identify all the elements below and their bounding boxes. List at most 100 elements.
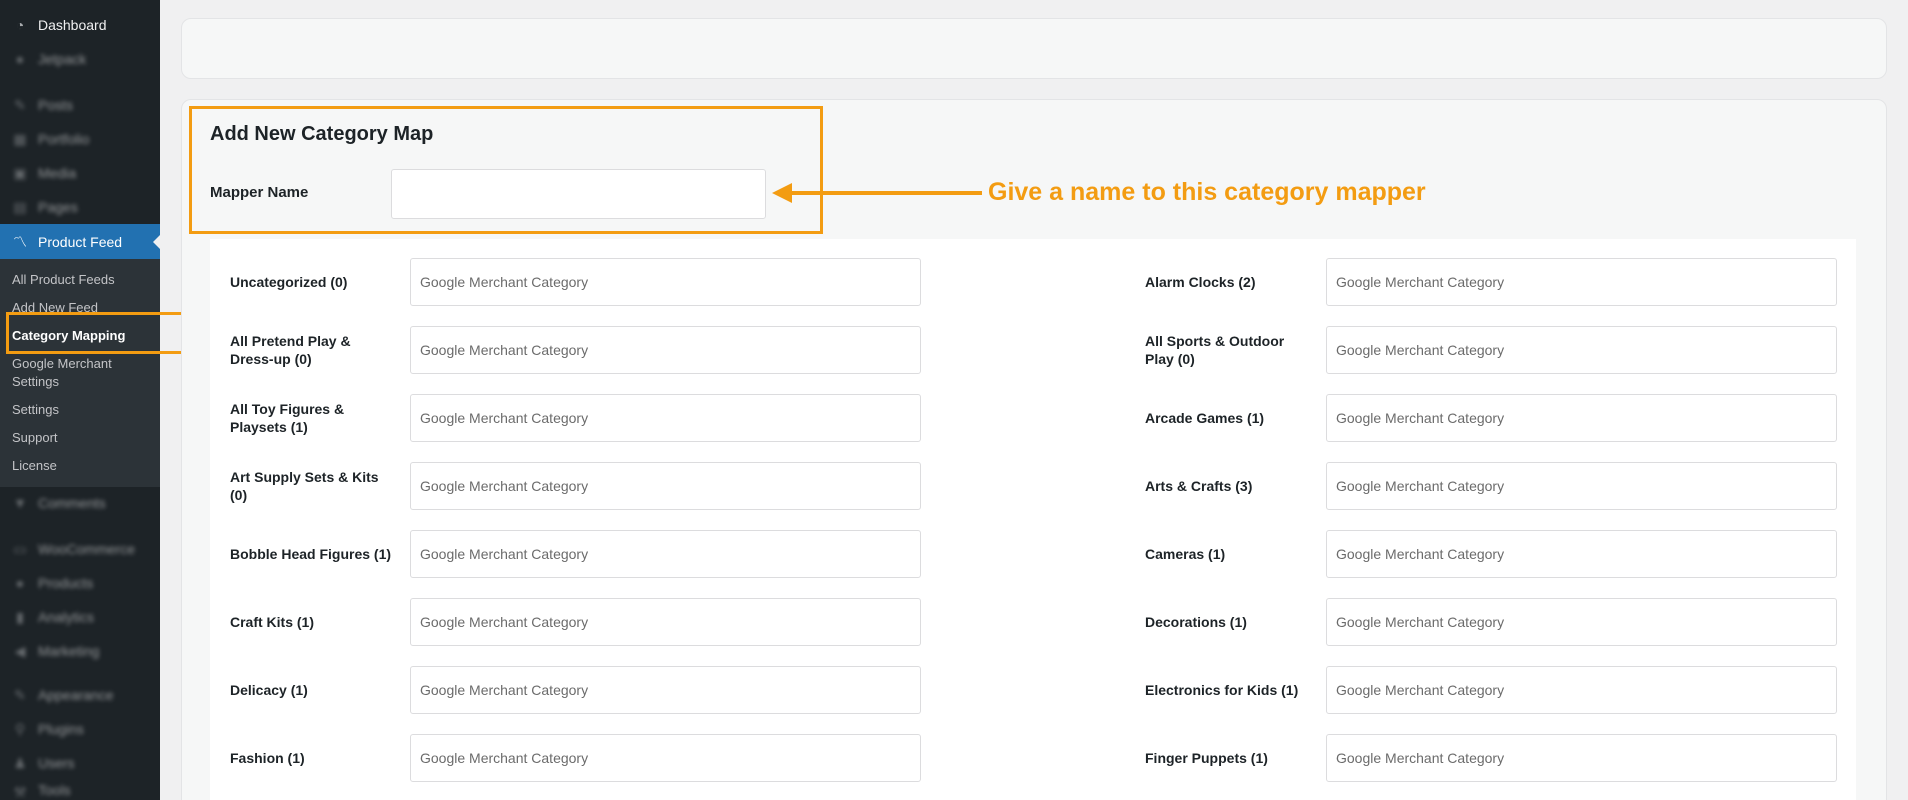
sidebar-item-posts[interactable]: ✎ Posts [0,88,160,122]
table-row: Fashion (1) Finger Puppets (1) [210,734,1856,782]
sidebar-item-label: Pages [38,199,78,215]
sidebar-item-tools[interactable]: ⚒ Tools [0,778,160,800]
merchant-category-input[interactable] [410,530,921,578]
sidebar-item-label: Portfolio [38,131,90,147]
sidebar-item-jetpack[interactable]: ● Jetpack [0,42,160,76]
sidebar-item-pages[interactable]: ▤ Pages [0,190,160,224]
annotation-arrow-icon [772,183,982,203]
submenu-item-license[interactable]: License [12,457,152,475]
category-label: Craft Kits (1) [230,614,315,630]
sidebar-item-label: Product Feed [38,234,123,250]
sidebar-item-users[interactable]: ♟ Users [0,746,160,780]
sidebar-item-label: Plugins [38,721,84,737]
product-feed-submenu: All Product Feeds Add New Feed Category … [0,259,160,487]
merchant-category-input[interactable] [410,258,921,306]
table-row: Bobble Head Figures (1) Cameras (1) [210,530,1856,578]
plugins-icon: ⚲ [14,720,26,737]
merchant-category-input[interactable] [1326,530,1837,578]
category-mapping-grid: Uncategorized (0) Alarm Clocks (2) All P… [210,239,1856,800]
merchant-category-input[interactable] [1326,326,1837,374]
category-label: Decorations (1) [1145,614,1247,630]
sidebar-item-label: Marketing [38,643,100,659]
submenu-item-google-merchant-settings[interactable]: Google Merchant Settings [12,355,152,391]
mapper-name-label: Mapper Name [210,184,309,201]
annotation-text: Give a name to this category mapper [988,178,1426,206]
category-label: All Pretend Play & Dress-up (0) [230,333,351,367]
sidebar-item-label: Products [38,575,94,591]
sidebar-item-comments[interactable]: ▼ Comments [0,486,160,520]
page-title: Add New Category Map [210,123,434,145]
sidebar-item-appearance[interactable]: ✎ Appearance [0,678,160,712]
table-row: Craft Kits (1) Decorations (1) [210,598,1856,646]
table-row: All Pretend Play & Dress-up (0) All Spor… [210,326,1856,374]
analytics-icon: ▮ [16,608,24,625]
products-icon: ● [15,575,25,591]
merchant-category-input[interactable] [410,666,921,714]
merchant-category-input[interactable] [410,734,921,782]
admin-sidebar: ◔ Dashboard ● Jetpack ✎ Posts ▦ Portfoli… [0,0,161,800]
sidebar-item-dashboard[interactable]: ◔ Dashboard [0,8,160,42]
sidebar-item-analytics[interactable]: ▮ Analytics [0,600,160,634]
table-row: Art Supply Sets & Kits (0) Arts & Crafts… [210,462,1856,510]
category-label: Finger Puppets (1) [1145,750,1268,766]
dashboard-icon: ◔ [15,17,25,33]
active-indicator [153,234,161,250]
sidebar-item-label: Jetpack [38,51,87,67]
submenu-item-support[interactable]: Support [12,429,152,447]
category-label: Bobble Head Figures (1) [230,546,392,562]
merchant-category-input[interactable] [1326,462,1837,510]
sidebar-item-label: WooCommerce [38,541,135,557]
merchant-category-input[interactable] [1326,734,1837,782]
submenu-item-all-product-feeds[interactable]: All Product Feeds [12,271,152,289]
category-mapping-highlight [6,312,190,354]
sidebar-item-portfolio[interactable]: ▦ Portfolio [0,122,160,156]
merchant-category-input[interactable] [410,462,921,510]
woocommerce-icon: ▭ [13,540,27,557]
pin-icon: ✎ [14,96,26,113]
sidebar-item-label: Comments [38,495,106,511]
sidebar-item-label: Analytics [38,609,95,625]
portfolio-icon: ▦ [13,130,27,147]
top-panel [181,18,1887,79]
category-label: All Toy Figures & Playsets (1) [230,401,345,435]
marketing-icon: ◀ [14,642,26,659]
merchant-category-input[interactable] [1326,666,1837,714]
sidebar-item-plugins[interactable]: ⚲ Plugins [0,712,160,746]
category-label: Uncategorized (0) [230,274,348,290]
merchant-category-input[interactable] [1326,598,1837,646]
merchant-category-input[interactable] [410,598,921,646]
users-icon: ♟ [13,754,27,771]
category-label: Art Supply Sets & Kits (0) [230,469,379,503]
tools-icon: ⚒ [13,783,27,800]
merchant-category-input[interactable] [410,394,921,442]
sidebar-item-products[interactable]: ● Products [0,566,160,600]
category-label: Alarm Clocks (2) [1145,274,1256,290]
category-label: Electronics for Kids (1) [1145,682,1299,698]
jetpack-icon: ● [15,51,25,67]
sidebar-item-product-feed[interactable]: 〽 Product Feed [0,224,161,260]
merchant-category-input[interactable] [1326,258,1837,306]
pages-icon: ▤ [13,198,27,215]
mapper-name-input[interactable] [391,169,766,219]
merchant-category-input[interactable] [1326,394,1837,442]
sidebar-item-label: Dashboard [38,17,107,33]
sidebar-item-label: Tools [38,782,71,798]
category-label: Delicacy (1) [230,682,308,698]
category-label: Arts & Crafts (3) [1145,478,1253,494]
sidebar-item-label: Users [38,755,75,771]
chart-line-icon: 〽 [13,234,27,250]
category-label: Cameras (1) [1145,546,1226,562]
appearance-icon: ✎ [14,686,26,703]
submenu-item-settings[interactable]: Settings [12,401,152,419]
category-label: Fashion (1) [230,750,305,766]
table-row: Uncategorized (0) Alarm Clocks (2) [210,258,1856,306]
sidebar-item-label: Media [38,165,77,181]
sidebar-item-woocommerce[interactable]: ▭ WooCommerce [0,532,160,566]
sidebar-item-label: Appearance [38,687,114,703]
sidebar-item-label: Posts [38,97,74,113]
media-icon: ▣ [13,164,27,181]
sidebar-item-marketing[interactable]: ◀ Marketing [0,634,160,668]
merchant-category-input[interactable] [410,326,921,374]
sidebar-item-media[interactable]: ▣ Media [0,156,160,190]
category-label: Arcade Games (1) [1145,410,1265,426]
